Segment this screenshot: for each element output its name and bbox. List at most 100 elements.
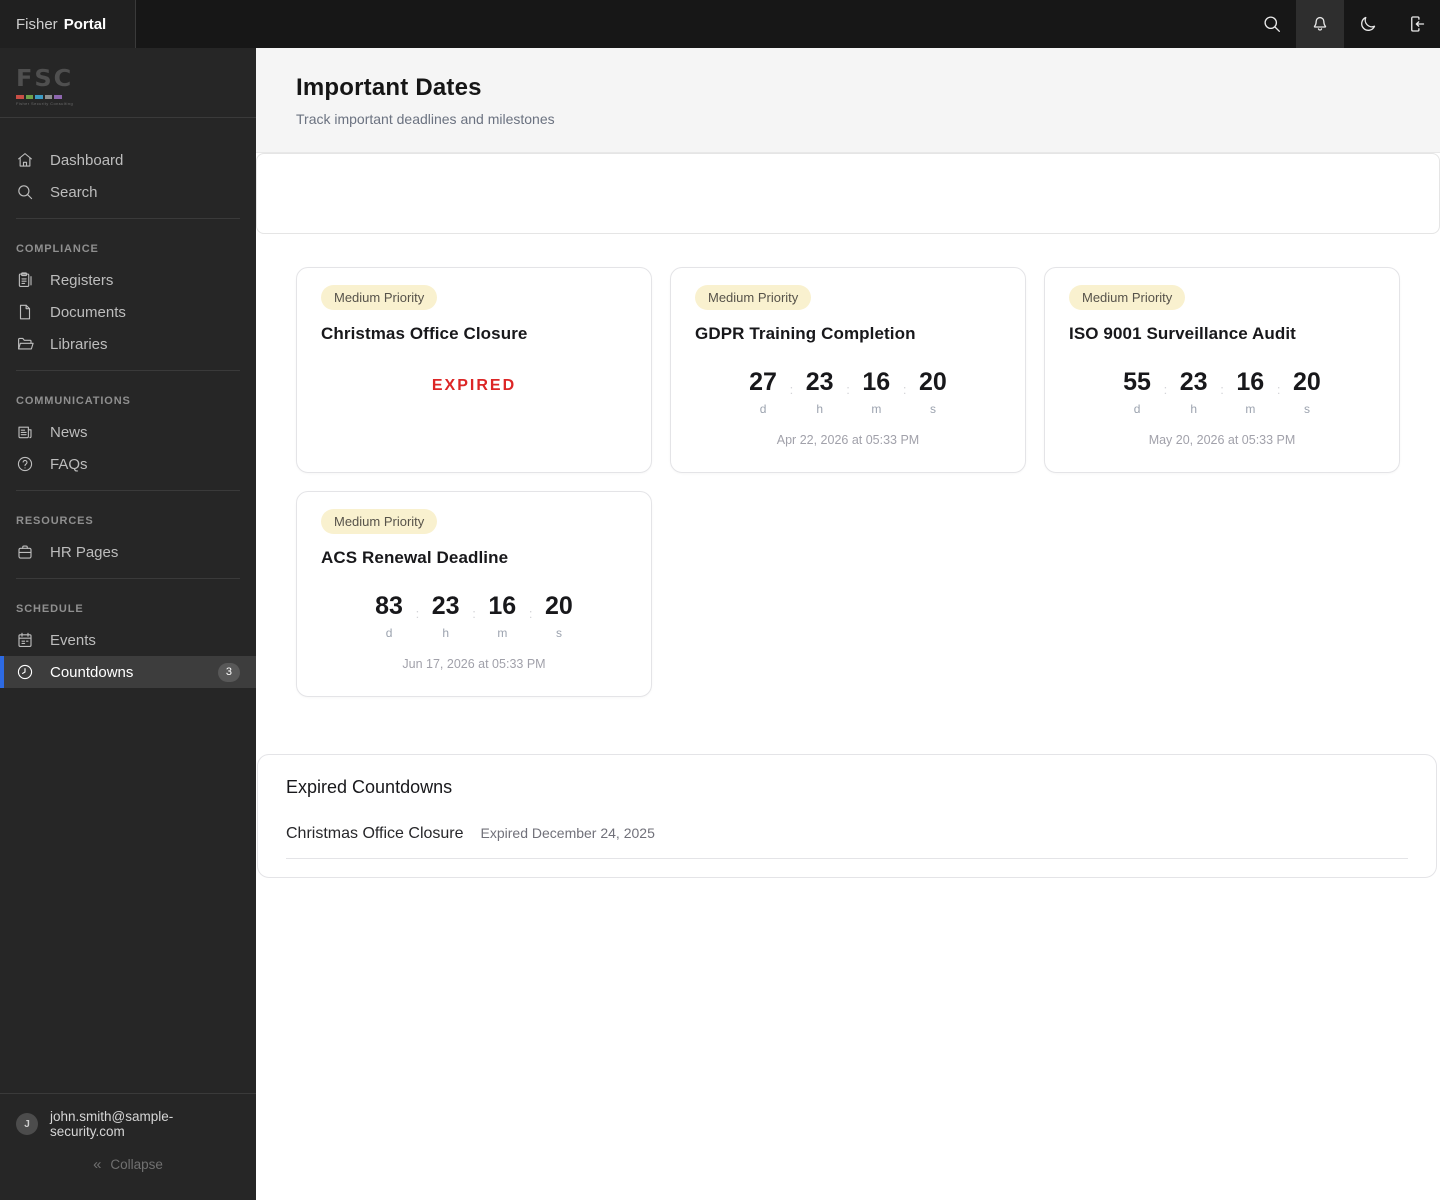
sidebar-item-label: Libraries xyxy=(50,335,108,353)
sidebar-item-label: News xyxy=(50,423,88,441)
expired-row-title: Christmas Office Closure xyxy=(286,825,464,842)
countdown-value: 55 xyxy=(1123,368,1151,396)
countdown-unit-group: 55 d xyxy=(1111,368,1164,417)
notifications-button[interactable] xyxy=(1296,0,1344,48)
countdown-unit-label: h xyxy=(1190,402,1198,416)
count-badge: 3 xyxy=(217,662,240,682)
login-icon xyxy=(1406,14,1426,34)
user-email: john.smith@sample-security.com xyxy=(50,1109,174,1139)
countdown-unit-group: 16 m xyxy=(1224,368,1277,417)
sidebar-item-events[interactable]: Events xyxy=(0,624,256,656)
countdown-timer: 83 d:23 h:16 m:20 s xyxy=(321,592,627,641)
countdown-unit-label: m xyxy=(1245,402,1256,416)
page-header: Important Dates Track important deadline… xyxy=(256,48,1440,153)
topbar: Fisher Portal xyxy=(0,0,1440,48)
priority-badge: Medium Priority xyxy=(321,285,438,310)
sidebar-item-label: Documents xyxy=(50,303,126,321)
sidebar-item-dashboard[interactable]: Dashboard xyxy=(0,144,256,176)
sidebar-item-label: FAQs xyxy=(50,455,88,473)
sign-in-button[interactable] xyxy=(1392,0,1440,48)
sidebar-section-label: COMMUNICATIONS xyxy=(16,395,131,407)
countdown-unit-group: 20 s xyxy=(532,592,585,641)
sidebar-item-label: HR Pages xyxy=(50,543,119,561)
briefcase-icon xyxy=(16,543,34,561)
countdown-value: 23 xyxy=(431,592,460,620)
countdown-value: 23 xyxy=(805,368,834,396)
countdown-unit-group: 16 m xyxy=(476,594,529,641)
expired-countdowns-list: Christmas Office Closure Expired Decembe… xyxy=(286,798,1408,859)
collapse-label: Collapse xyxy=(110,1157,163,1172)
countdown-value: 20 xyxy=(919,368,947,396)
news-icon xyxy=(16,423,34,441)
countdown-value: 27 xyxy=(749,368,777,396)
countdown-unit-group: 23 h xyxy=(793,368,846,417)
countdown-timer: 27 d:23 h:16 m:20 s xyxy=(695,368,1001,417)
page-subtitle: Track important deadlines and milestones xyxy=(296,111,555,127)
sidebar-item-registers[interactable]: Registers xyxy=(0,264,256,296)
expired-countdowns-panel: Expired Countdowns Christmas Office Clos… xyxy=(257,754,1437,878)
sidebar-item-hr-pages[interactable]: HR Pages xyxy=(0,536,256,568)
sidebar-section-label: RESOURCES xyxy=(16,515,94,527)
countdown-unit-label: d xyxy=(759,402,767,416)
countdown-target-date: Jun 17, 2026 at 05:33 PM xyxy=(402,657,546,671)
logo-bar xyxy=(35,95,43,99)
sidebar-item-libraries[interactable]: Libraries xyxy=(0,328,256,360)
countdown-unit-group: 23 h xyxy=(419,592,472,641)
countdown-value: 20 xyxy=(545,592,573,620)
countdown-unit-label: m xyxy=(497,626,508,640)
document-icon xyxy=(16,303,34,321)
expired-countdowns-title: Expired Countdowns xyxy=(286,777,453,797)
sidebar-divider xyxy=(16,578,240,579)
sidebar-item-documents[interactable]: Documents xyxy=(0,296,256,328)
countdown-unit-group: 20 s xyxy=(906,368,959,417)
countdown-unit-group: 20 s xyxy=(1280,370,1333,417)
countdown-card-title: ACS Renewal Deadline xyxy=(321,548,509,567)
search-button[interactable] xyxy=(1248,0,1296,48)
countdown-unit-label: d xyxy=(1133,402,1141,416)
brand: Fisher Portal xyxy=(0,0,136,48)
countdown-card-title: Christmas Office Closure xyxy=(321,324,528,343)
sidebar-item-label: Search xyxy=(50,183,98,201)
calendar-icon xyxy=(16,631,34,649)
countdown-timer: 55 d:23 h:16 m:20 s xyxy=(1069,368,1375,417)
countdown-unit-group: 27 d xyxy=(737,368,790,417)
help-icon xyxy=(16,455,34,473)
logo-block: FSC Fisher Security Consulting xyxy=(0,48,256,118)
sidebar-item-search[interactable]: Search xyxy=(0,176,256,208)
bell-icon xyxy=(1310,14,1330,34)
brand-portal: Portal xyxy=(63,15,107,33)
countdown-target-date: Apr 22, 2026 at 05:33 PM xyxy=(776,433,920,447)
countdown-card-title: GDPR Training Completion xyxy=(695,324,916,343)
countdown-card: Medium Priority Christmas Office Closure… xyxy=(296,267,652,473)
countdown-card-title: ISO 9001 Surveillance Audit xyxy=(1069,324,1296,343)
empty-toolbar-panel xyxy=(256,153,1440,234)
countdown-unit-group: 16 m xyxy=(850,370,903,417)
countdown-card: Medium Priority ISO 9001 Surveillance Au… xyxy=(1044,267,1400,473)
countdown-target-date: May 20, 2026 at 05:33 PM xyxy=(1148,433,1296,447)
sidebar-footer: J john.smith@sample-security.com « Colla… xyxy=(0,1093,256,1200)
clock-icon xyxy=(16,663,34,681)
folder-icon xyxy=(16,335,34,353)
sidebar-item-news[interactable]: News xyxy=(0,416,256,448)
expired-countdown-row: Christmas Office Closure Expired Decembe… xyxy=(286,798,1408,859)
fsc-logo: FSC xyxy=(16,65,74,92)
countdown-unit-label: d xyxy=(385,626,393,640)
main-content: Important Dates Track important deadline… xyxy=(256,48,1440,1200)
logo-bar xyxy=(44,95,53,99)
countdown-value: 16 xyxy=(1236,368,1265,396)
sidebar-item-countdowns[interactable]: Countdowns 3 xyxy=(0,656,256,688)
user-row: J john.smith@sample-security.com xyxy=(16,1109,240,1139)
countdown-unit-label: h xyxy=(816,402,824,416)
search-icon xyxy=(16,183,34,201)
sidebar-item-faqs[interactable]: FAQs xyxy=(0,448,256,480)
countdown-unit-label: m xyxy=(871,402,882,416)
sidebar-item-label: Countdowns xyxy=(50,663,134,681)
home-icon xyxy=(16,151,34,169)
collapse-sidebar-button[interactable]: « Collapse xyxy=(93,1157,163,1172)
sidebar-section-label: COMPLIANCE xyxy=(16,243,99,255)
sidebar-item-label: Registers xyxy=(50,271,114,289)
sidebar: FSC Fisher Security Consulting Dashboard… xyxy=(0,48,256,1200)
page-title: Important Dates xyxy=(296,74,482,101)
dark-mode-button[interactable] xyxy=(1344,0,1392,48)
countdown-card: Medium Priority ACS Renewal Deadline 83 d… xyxy=(296,491,652,697)
